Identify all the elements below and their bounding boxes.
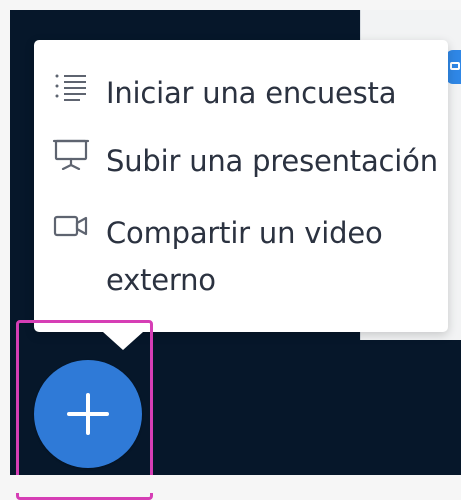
start-poll-label: Iniciar una encuesta bbox=[106, 76, 397, 110]
menu-item-upload-presentation[interactable]: Subir una presentación bbox=[52, 138, 438, 185]
poll-icon bbox=[52, 70, 90, 102]
upload-presentation-label: Subir una presentación bbox=[106, 144, 438, 178]
menu-item-share-external-video[interactable]: Compartir un video externo bbox=[52, 210, 391, 304]
presentation-icon bbox=[52, 138, 90, 171]
video-icon bbox=[52, 210, 90, 242]
menu-item-start-poll[interactable]: Iniciar una encuesta bbox=[52, 70, 396, 117]
actions-menu: Iniciar una encuesta Subir una presentac… bbox=[34, 40, 448, 350]
side-chip-icon[interactable] bbox=[446, 50, 461, 84]
bottom-light-edge bbox=[0, 475, 461, 493]
highlight-outline bbox=[16, 320, 153, 500]
share-external-video-label: Compartir un video externo bbox=[106, 216, 383, 297]
